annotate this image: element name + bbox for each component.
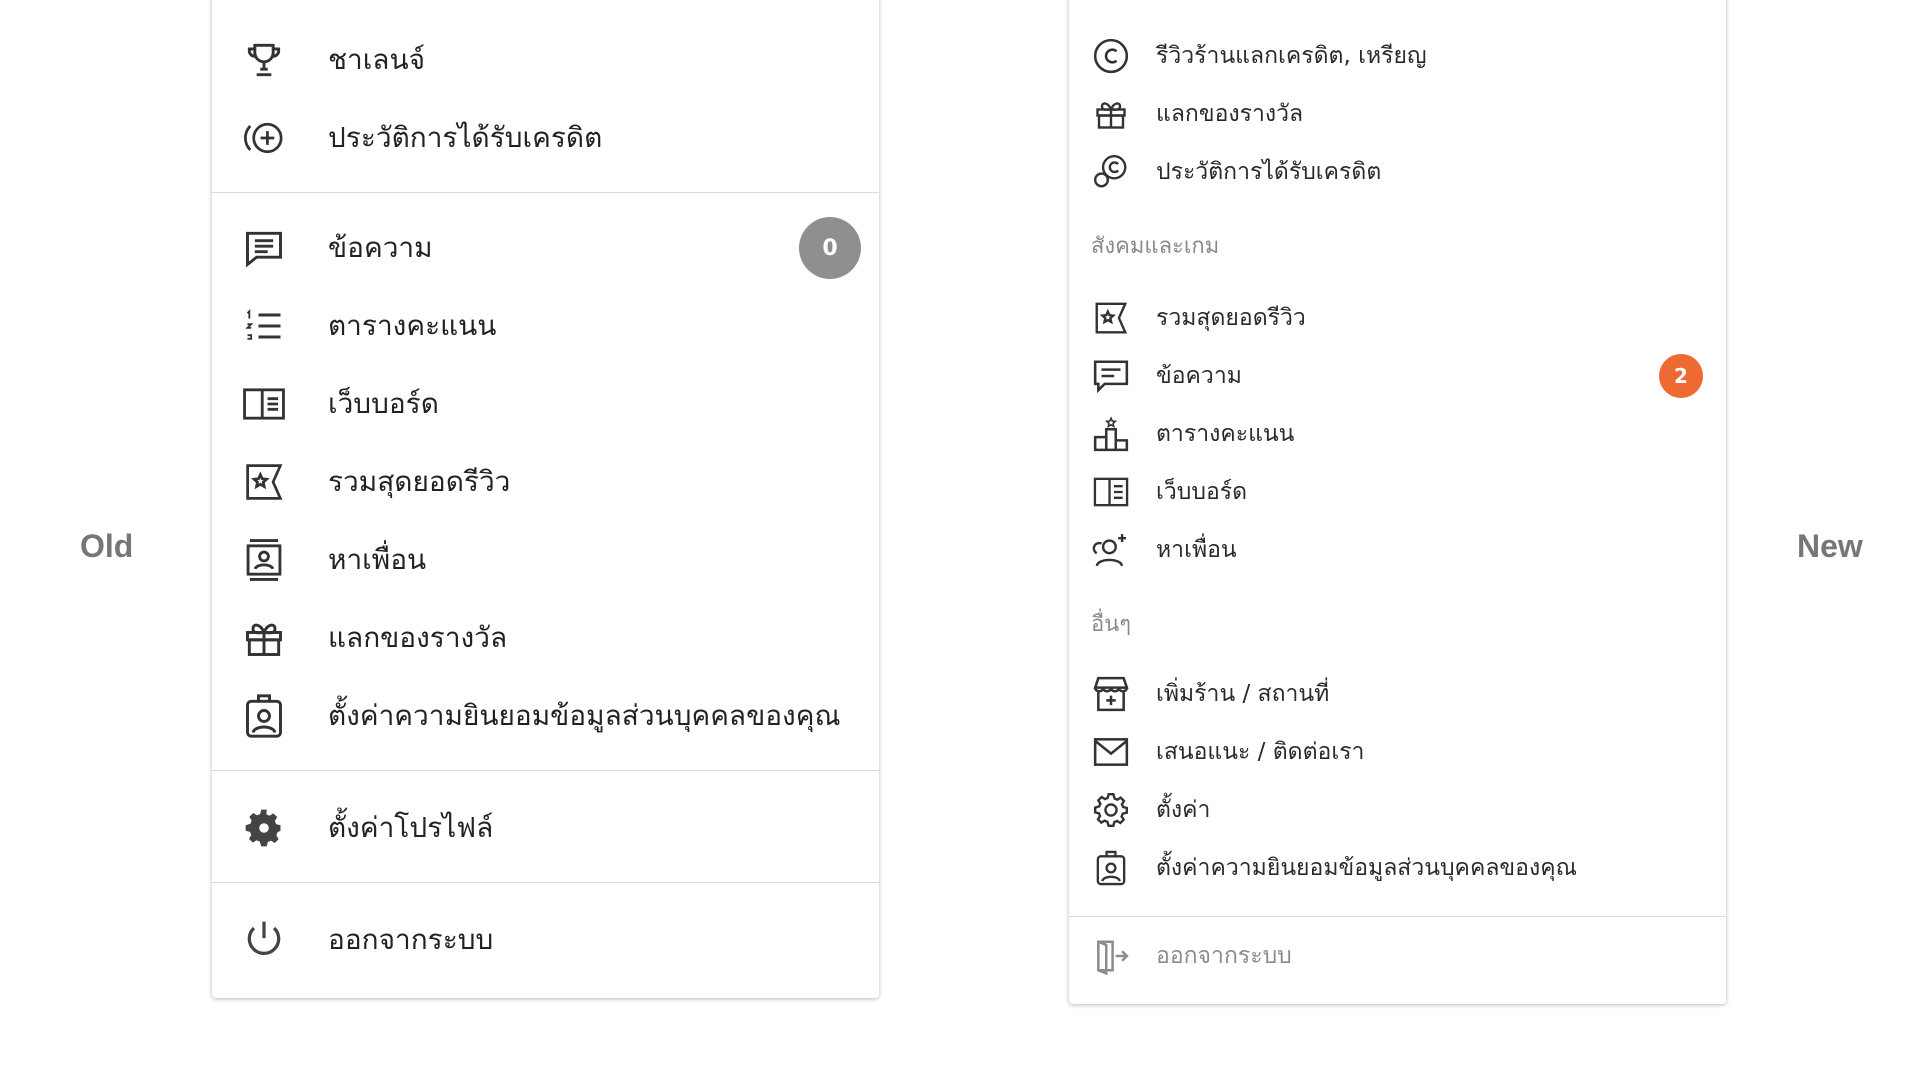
message-icon [1091, 356, 1131, 396]
add-credit-icon [240, 114, 288, 162]
new-menu-label-add-place: เพิ่มร้าน / สถานที่ [1156, 681, 1330, 707]
old-menu-panel: ชาเลนจ์ ประวัติการได้รับเครดิต ข้อความ 0… [212, 0, 879, 998]
ranked-list-icon [240, 302, 288, 350]
old-menu-label-logout: ออกจากระบบ [328, 923, 494, 956]
new-menu-item-add-place[interactable]: เพิ่มร้าน / สถานที่ [1069, 668, 1726, 720]
trophy-icon [240, 36, 288, 84]
new-menu-label-messages: ข้อความ [1156, 363, 1242, 389]
new-menu-item-feedback-contact[interactable]: เสนอแนะ / ติดต่อเรา [1069, 726, 1726, 778]
new-menu-item-settings[interactable]: ตั้งค่า [1069, 784, 1726, 836]
add-store-icon [1091, 674, 1131, 714]
new-menu-label-settings: ตั้งค่า [1156, 797, 1211, 823]
old-menu-label-find-friends: หาเพื่อน [328, 543, 427, 576]
new-menu-item-top-reviews[interactable]: รวมสุดยอดรีวิว [1069, 292, 1726, 344]
divider [1069, 916, 1726, 917]
old-menu-label-privacy-consent: ตั้งค่าความยินยอมข้อมูลส่วนบุคคลของคุณ [328, 699, 841, 732]
new-menu-panel: รีวิวร้านแลกเครดิต, เหรียญ แลกของรางวัล … [1069, 0, 1726, 1004]
new-menu-label-privacy-consent: ตั้งค่าความยินยอมข้อมูลส่วนบุคคลของคุณ [1156, 855, 1577, 881]
new-menu-item-redeem-rewards[interactable]: แลกของรางวัล [1069, 88, 1726, 140]
copyright-coin-icon [1091, 36, 1131, 76]
logout-icon [1091, 936, 1131, 976]
message-count-badge: 2 [1659, 354, 1703, 398]
old-menu-item-privacy-consent[interactable]: ตั้งค่าความยินยอมข้อมูลส่วนบุคคลของคุณ [212, 684, 879, 748]
old-menu-label-webboard: เว็บบอร์ด [328, 387, 439, 420]
new-menu-label-top-reviews: รวมสุดยอดรีวิว [1156, 305, 1306, 331]
old-menu-item-credit-history[interactable]: ประวัติการได้รับเครดิต [212, 106, 879, 170]
new-menu-label-find-friends: หาเพื่อน [1156, 537, 1237, 563]
coins-icon [1091, 152, 1131, 192]
old-menu-label-challenge: ชาเลนจ์ [328, 43, 426, 76]
new-label: New [1797, 528, 1863, 564]
old-menu-item-logout[interactable]: ออกจากระบบ [212, 908, 879, 972]
new-menu-item-webboard[interactable]: เว็บบอร์ด [1069, 466, 1726, 518]
new-menu-item-messages[interactable]: ข้อความ 2 [1069, 350, 1726, 402]
old-menu-item-redeem-rewards[interactable]: แลกของรางวัล [212, 606, 879, 670]
section-header-other: อื่นๆ [1091, 612, 1132, 637]
old-menu-item-leaderboard[interactable]: ตารางคะแนน [212, 294, 879, 358]
new-menu-label-webboard: เว็บบอร์ด [1156, 479, 1248, 505]
new-menu-label-redeem-rewards: แลกของรางวัล [1156, 101, 1304, 127]
id-badge-icon [1091, 848, 1131, 888]
message-count-badge: 0 [799, 217, 861, 279]
old-menu-item-messages[interactable]: ข้อความ 0 [212, 216, 879, 280]
new-menu-item-find-friends[interactable]: หาเพื่อน [1069, 524, 1726, 576]
message-icon [240, 224, 288, 272]
contact-card-icon [240, 536, 288, 584]
old-menu-label-redeem-rewards: แลกของรางวัล [328, 621, 508, 654]
new-menu-label-review-shops-credit: รีวิวร้านแลกเครดิต, เหรียญ [1156, 43, 1427, 69]
old-menu-item-webboard[interactable]: เว็บบอร์ด [212, 372, 879, 436]
star-flag-icon [1091, 298, 1131, 338]
podium-icon [1091, 414, 1131, 454]
old-menu-label-top-reviews: รวมสุดยอดรีวิว [328, 465, 511, 498]
new-menu-label-credit-history: ประวัติการได้รับเครดิต [1156, 159, 1382, 185]
gift-icon [240, 614, 288, 662]
mail-icon [1091, 732, 1131, 772]
old-menu-label-leaderboard: ตารางคะแนน [328, 309, 497, 342]
star-flag-icon [240, 458, 288, 506]
book-icon [1091, 472, 1131, 512]
new-menu-label-feedback-contact: เสนอแนะ / ติดต่อเรา [1156, 739, 1365, 765]
divider [212, 192, 879, 193]
gear-icon [1091, 790, 1131, 830]
new-menu-item-credit-history[interactable]: ประวัติการได้รับเครดิต [1069, 146, 1726, 198]
new-menu-label-leaderboard: ตารางคะแนน [1156, 421, 1295, 447]
old-menu-label-credit-history: ประวัติการได้รับเครดิต [328, 121, 603, 154]
new-menu-label-logout: ออกจากระบบ [1156, 943, 1292, 969]
old-menu-label-messages: ข้อความ [328, 231, 433, 264]
old-label: Old [80, 528, 134, 564]
divider [212, 882, 879, 883]
section-header-social: สังคมและเกม [1091, 234, 1220, 259]
old-menu-item-top-reviews[interactable]: รวมสุดยอดรีวิว [212, 450, 879, 514]
old-menu-item-challenge[interactable]: ชาเลนจ์ [212, 28, 879, 92]
id-badge-icon [240, 692, 288, 740]
old-menu-item-profile-settings[interactable]: ตั้งค่าโปรไฟล์ [212, 796, 879, 860]
new-menu-item-review-shops-credit[interactable]: รีวิวร้านแลกเครดิต, เหรียญ [1069, 30, 1726, 82]
new-menu-item-leaderboard[interactable]: ตารางคะแนน [1069, 408, 1726, 460]
old-menu-item-find-friends[interactable]: หาเพื่อน [212, 528, 879, 592]
old-menu-label-profile-settings: ตั้งค่าโปรไฟล์ [328, 811, 494, 844]
new-menu-item-logout[interactable]: ออกจากระบบ [1069, 930, 1726, 982]
power-icon [240, 916, 288, 964]
new-menu-item-privacy-consent[interactable]: ตั้งค่าความยินยอมข้อมูลส่วนบุคคลของคุณ [1069, 842, 1726, 894]
book-icon [240, 380, 288, 428]
gift-icon [1091, 94, 1131, 134]
add-friend-icon [1091, 530, 1131, 570]
gear-icon [240, 804, 288, 852]
divider [212, 770, 879, 771]
